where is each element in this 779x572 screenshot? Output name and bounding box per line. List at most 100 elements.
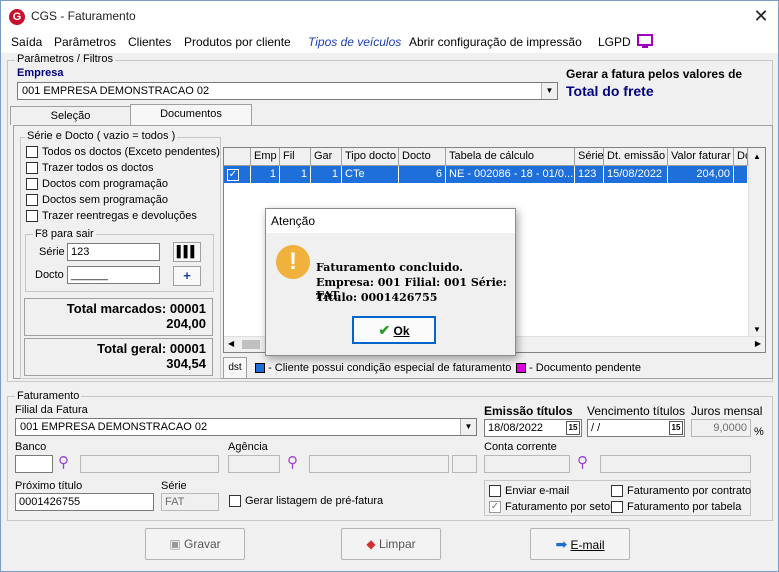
docto-input[interactable]: ______: [67, 266, 160, 284]
table-cell-valor[interactable]: 204,00: [668, 166, 734, 183]
search-icon[interactable]: ⚲: [577, 453, 588, 471]
legend-cliente-label: - Cliente possui condição especial de fa…: [268, 362, 512, 374]
menu-clientes[interactable]: Clientes: [128, 35, 171, 49]
check-enviar-email[interactable]: Enviar e-mail: [489, 485, 569, 500]
emissao-value: 18/08/2022: [488, 422, 544, 434]
chevron-down-icon[interactable]: ▼: [460, 419, 476, 435]
check-reentregas[interactable]: Trazer reentregas e devoluções: [26, 210, 197, 225]
conta-label: Conta corrente: [484, 441, 557, 453]
menu-abrir-configuracao[interactable]: Abrir configuração de impressão: [409, 35, 582, 49]
table-cell-fil[interactable]: 1: [280, 166, 311, 183]
proximo-titulo-input[interactable]: 0001426755: [15, 493, 154, 511]
check-todos-doctos[interactable]: Todos os doctos (Exceto pendentes): [26, 146, 220, 161]
menu-bar: Saída Parâmetros Clientes Produtos por c…: [1, 31, 778, 53]
checkbox[interactable]: [489, 485, 501, 498]
grid-header-check[interactable]: [224, 148, 251, 166]
grid-header-gar[interactable]: Gar: [311, 148, 342, 166]
checkbox[interactable]: [611, 485, 623, 498]
scroll-up-icon[interactable]: ▲: [749, 152, 765, 161]
check-gerar-listagem[interactable]: Gerar listagem de pré-fatura: [229, 495, 383, 510]
table-row-checkbox[interactable]: ✓: [224, 166, 251, 183]
chevron-down-icon[interactable]: ▼: [541, 83, 557, 99]
check-label: Todos os doctos (Exceto pendentes): [42, 146, 220, 158]
gravar-button[interactable]: ▣ Gravar: [145, 528, 245, 560]
table-cell-serie[interactable]: 123: [575, 166, 604, 183]
check-trazer-todos[interactable]: Trazer todos os doctos: [26, 162, 153, 177]
table-cell-docto[interactable]: 6: [399, 166, 446, 183]
grid-header-emp[interactable]: Emp: [251, 148, 280, 166]
check-fat-contrato[interactable]: Faturamento por contrato: [611, 485, 751, 500]
legend-button[interactable]: dst: [223, 357, 247, 379]
grid-header-dt-emissao[interactable]: Dt. emissão: [604, 148, 668, 166]
grid-header-do[interactable]: Do: [734, 148, 748, 166]
agencia-input[interactable]: [228, 455, 280, 473]
calendar-icon[interactable]: 15: [566, 421, 580, 435]
menu-lgpd[interactable]: LGPD: [598, 35, 631, 49]
grid-header-fil[interactable]: Fil: [280, 148, 311, 166]
checkbox-checked-icon[interactable]: ✓: [489, 501, 501, 514]
menu-saida[interactable]: Saída: [11, 35, 42, 49]
add-icon[interactable]: +: [173, 266, 201, 286]
close-icon[interactable]: ✕: [747, 4, 775, 28]
grid-header-tipo-docto[interactable]: Tipo docto: [342, 148, 399, 166]
scroll-thumb[interactable]: [242, 340, 260, 349]
menu-tipos-de-veiculos[interactable]: Tipos de veículos: [308, 35, 401, 49]
search-icon[interactable]: ⚲: [58, 453, 69, 471]
checkbox[interactable]: [229, 495, 241, 508]
limpar-button[interactable]: ◆ Limpar: [341, 528, 441, 560]
table-cell-emp[interactable]: 1: [251, 166, 280, 183]
tab-selecao[interactable]: Seleção: [10, 106, 131, 125]
grid-header-valor[interactable]: Valor faturar: [668, 148, 734, 166]
check-label: Faturamento por tabela: [627, 501, 742, 513]
scroll-right-icon[interactable]: ▶: [755, 339, 761, 348]
table-cell-tipo-docto[interactable]: CTe: [342, 166, 399, 183]
checkbox[interactable]: [611, 501, 623, 514]
eraser-icon: ◆: [366, 537, 376, 551]
ok-button[interactable]: ✔ Ok: [352, 316, 436, 344]
grid-header-serie[interactable]: Série: [575, 148, 604, 166]
barcode-icon[interactable]: ▌▌▌: [173, 242, 201, 262]
check-com-programacao[interactable]: Doctos com programação: [26, 178, 168, 193]
filial-select[interactable]: 001 EMPRESA DEMONSTRACAO 02 ▼: [15, 418, 477, 436]
calendar-icon[interactable]: 15: [669, 421, 683, 435]
fat-serie-input[interactable]: FAT: [161, 493, 219, 511]
check-sem-programacao[interactable]: Doctos sem programação: [26, 194, 168, 209]
grid-header-tabela[interactable]: Tabela de cálculo: [446, 148, 575, 166]
check-fat-tabela[interactable]: Faturamento por tabela: [611, 501, 741, 516]
table-cell-gar[interactable]: 1: [311, 166, 342, 183]
checkbox[interactable]: [26, 146, 38, 159]
monitor-icon[interactable]: [637, 34, 653, 48]
conta-input[interactable]: [484, 455, 570, 473]
checkbox[interactable]: [26, 210, 38, 223]
menu-produtos-por-cliente[interactable]: Produtos por cliente: [184, 35, 291, 49]
gravar-label: Gravar: [184, 537, 221, 551]
checkbox[interactable]: [26, 178, 38, 191]
serie-input[interactable]: 123: [67, 243, 160, 261]
check-fat-setor[interactable]: ✓ Faturamento por setor: [489, 501, 614, 516]
email-button[interactable]: ➡ E-mail: [530, 528, 630, 560]
scroll-down-icon[interactable]: ▼: [749, 325, 765, 334]
emissao-input[interactable]: 18/08/2022 15: [484, 419, 582, 437]
vencimento-input[interactable]: / / 15: [587, 419, 685, 437]
grid-header-docto[interactable]: Docto: [399, 148, 446, 166]
tab-documentos[interactable]: Documentos: [130, 104, 252, 125]
banco-input[interactable]: [15, 455, 53, 473]
vertical-scrollbar[interactable]: ▲ ▼: [748, 148, 765, 336]
vencimento-value: / /: [591, 422, 601, 434]
juros-input[interactable]: 9,0000: [691, 419, 751, 437]
checkbox[interactable]: [26, 162, 38, 175]
menu-parametros[interactable]: Parâmetros: [54, 35, 116, 49]
gerar-fatura-label: Gerar a fatura pelos valores de: [566, 67, 743, 81]
checkbox[interactable]: [26, 194, 38, 207]
params-group-label: Parâmetros / Filtros: [15, 53, 115, 65]
empresa-select[interactable]: 001 EMPRESA DEMONSTRACAO 02 ▼: [17, 82, 558, 100]
search-icon[interactable]: ⚲: [287, 453, 298, 471]
limpar-label: Limpar: [378, 537, 416, 551]
check-icon[interactable]: ✓: [227, 169, 239, 181]
empresa-value: 001 EMPRESA DEMONSTRACAO 02: [22, 85, 210, 97]
table-cell-dt-emissao[interactable]: 15/08/2022: [604, 166, 668, 183]
filial-value: 001 EMPRESA DEMONSTRACAO 02: [20, 421, 208, 433]
table-cell-do[interactable]: [734, 166, 748, 183]
table-cell-tabela[interactable]: NE - 002086 - 18 - 01/0...: [446, 166, 575, 183]
scroll-left-icon[interactable]: ◀: [228, 339, 234, 348]
